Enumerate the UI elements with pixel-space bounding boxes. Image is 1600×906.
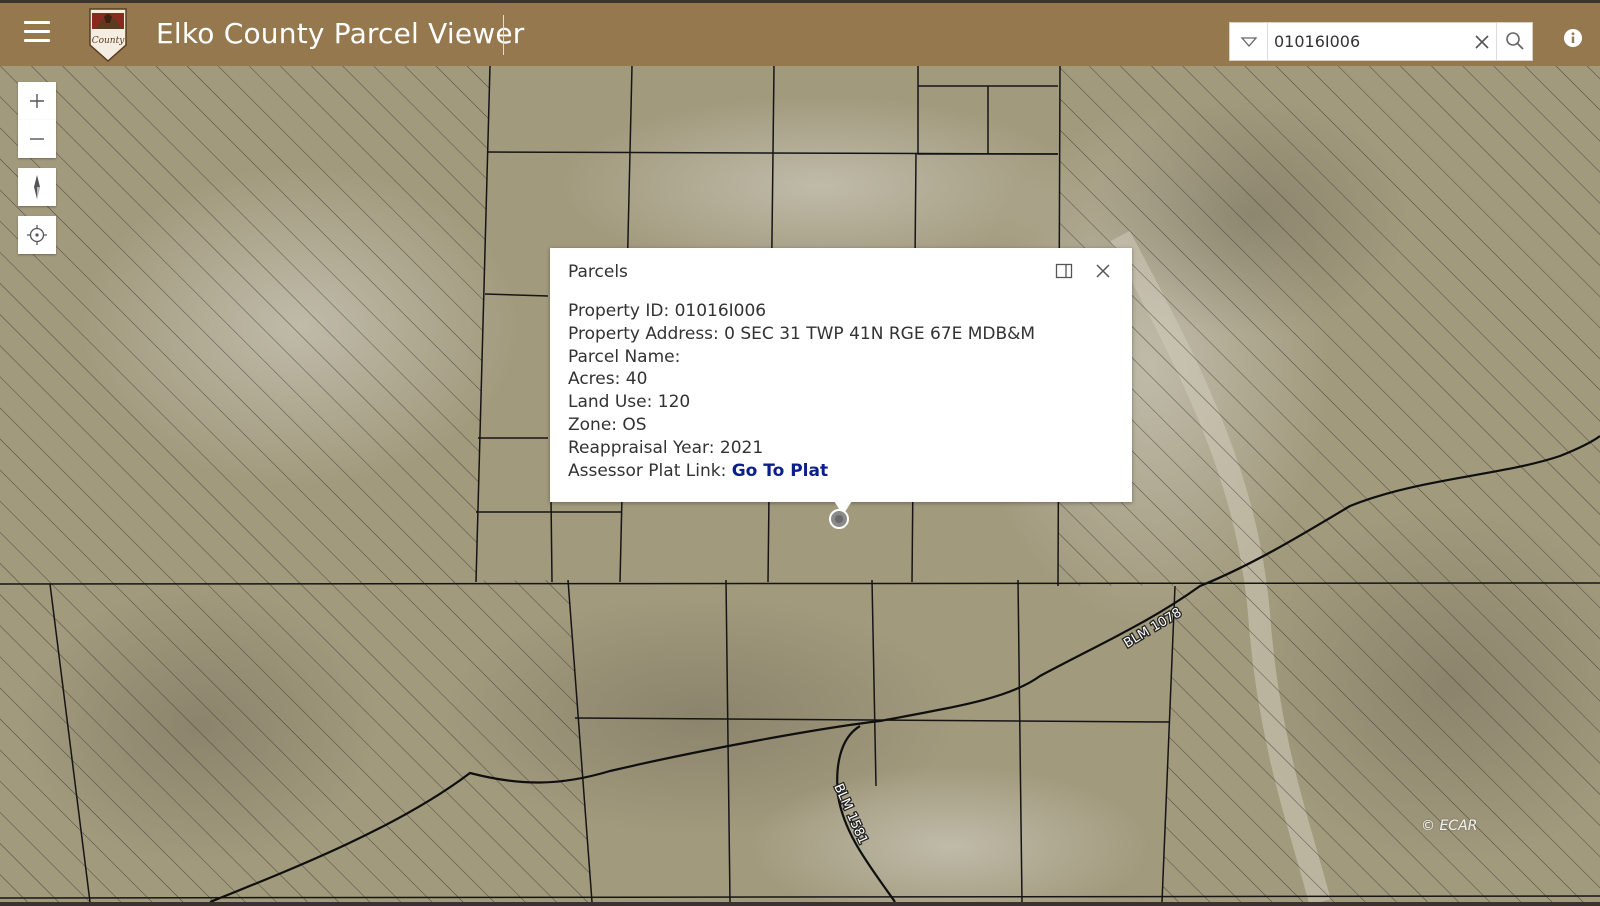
- svg-text:County: County: [92, 36, 126, 46]
- close-icon[interactable]: [1471, 31, 1493, 53]
- field-property-address: Property Address: 0 SEC 31 TWP 41N RGE 6…: [568, 323, 1036, 344]
- search-filter-button[interactable]: [1230, 23, 1268, 60]
- county-logo: County: [89, 8, 127, 63]
- locate-button[interactable]: [18, 216, 56, 254]
- zoom-out-button[interactable]: [18, 120, 56, 158]
- menu-icon[interactable]: [24, 21, 50, 45]
- dock-icon[interactable]: [1055, 262, 1073, 280]
- go-to-plat-link[interactable]: Go To Plat: [732, 461, 828, 481]
- minus-icon: [30, 138, 44, 140]
- compass-button[interactable]: [18, 168, 56, 206]
- zoom-in-button[interactable]: [18, 82, 56, 120]
- field-property-id: Property ID: 01016I006: [568, 301, 767, 321]
- search-box: [1229, 22, 1533, 61]
- app-header: County Elko County Parcel Viewer: [0, 3, 1600, 66]
- info-icon[interactable]: [1563, 28, 1583, 48]
- popup-content: Property ID: 01016I006 Property Address:…: [568, 300, 1035, 482]
- location-pin-icon: [829, 509, 849, 529]
- search-button[interactable]: [1496, 23, 1534, 60]
- field-assessor-plat-link: Assessor Plat Link: Go To Plat: [568, 460, 829, 481]
- field-reappraisal-year: Reappraisal Year: 2021: [568, 437, 764, 458]
- hatched-parcel: [1058, 66, 1600, 586]
- popup-title: Parcels: [568, 262, 628, 282]
- hatched-parcel: [0, 66, 490, 584]
- search-icon: [1506, 32, 1524, 50]
- parcel-popup: Parcels Property ID: 01016I006 Property …: [550, 248, 1132, 502]
- map-attribution: © ECAR: [1421, 818, 1478, 834]
- field-acres: Acres: 40: [568, 369, 648, 390]
- hatched-parcel: [0, 580, 592, 902]
- close-icon[interactable]: [1093, 261, 1113, 281]
- chevron-down-icon: [1240, 37, 1258, 47]
- hatched-parcel: [1162, 583, 1600, 902]
- field-parcel-name: Parcel Name:: [568, 346, 681, 367]
- title-divider: [503, 15, 504, 55]
- plus-icon: [30, 94, 44, 108]
- field-land-use: Land Use: 120: [568, 392, 691, 413]
- compass-icon: [34, 175, 40, 199]
- locate-icon: [27, 225, 47, 245]
- page-title: Elko County Parcel Viewer: [156, 17, 525, 50]
- search-input[interactable]: [1274, 23, 1464, 60]
- field-zone: Zone: OS: [568, 414, 647, 435]
